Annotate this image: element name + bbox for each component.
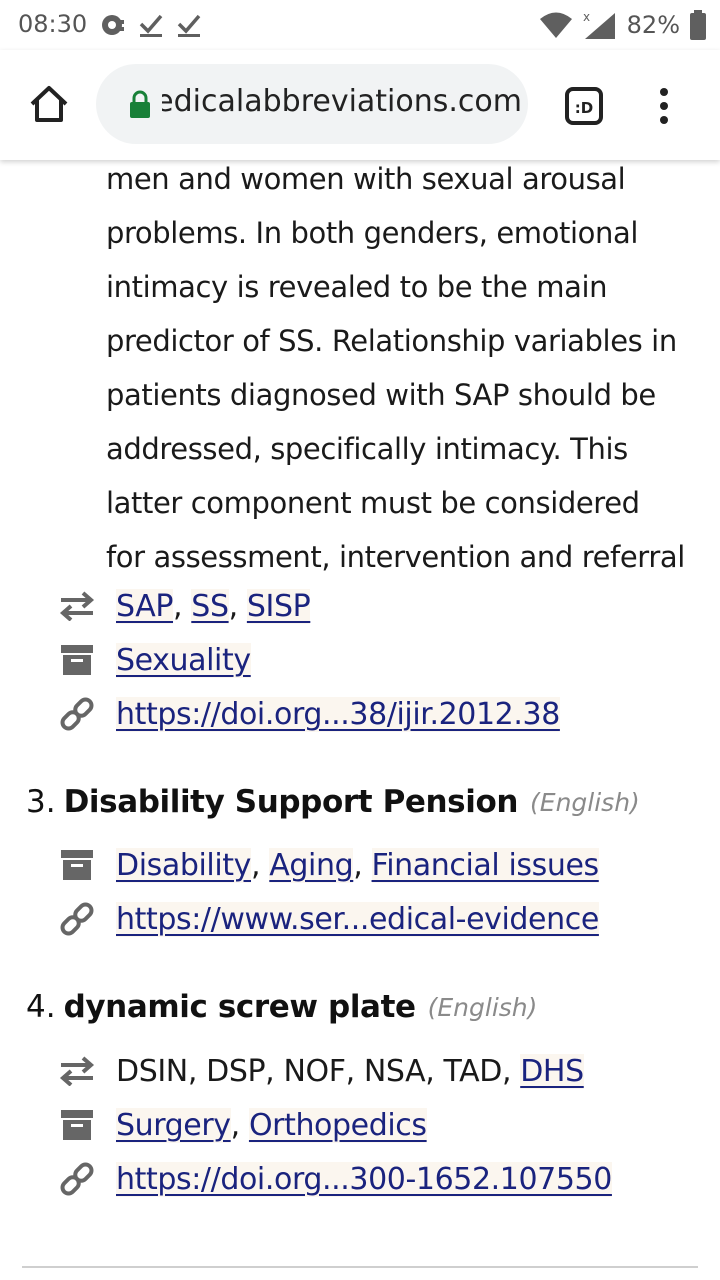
- page-content: men and women with sexual arousal proble…: [0, 160, 720, 1280]
- source-link-row: https://doi.org...38/ijir.2012.38: [56, 687, 560, 741]
- abstract-line: addressed, specifically intimacy. This: [106, 432, 628, 466]
- related-link-sisp[interactable]: SISP: [246, 588, 311, 624]
- category-link-disability[interactable]: Disability: [116, 847, 251, 883]
- cell-signal-icon: x: [583, 10, 615, 39]
- abstract-line: men and women with sexual arousal: [106, 162, 626, 196]
- entry-language: (English): [530, 787, 640, 817]
- more-vert-icon: [660, 88, 668, 124]
- abstract-line: latter component must be considered: [106, 486, 640, 520]
- category-link-orthopedics[interactable]: Orthopedics: [248, 1107, 427, 1143]
- battery-percent: 82%: [626, 11, 680, 39]
- category-link-sexuality[interactable]: Sexuality: [116, 642, 251, 678]
- archive-icon: [56, 1105, 98, 1145]
- related-link-dhs[interactable]: DHS: [520, 1053, 584, 1089]
- status-bar: 08:30 x 82%: [0, 0, 720, 50]
- entry-title[interactable]: dynamic screw plate: [64, 989, 416, 1025]
- categories-row: Disability, Aging, Financial issues: [56, 838, 599, 892]
- source-link[interactable]: https://doi.org...38/ijir.2012.38: [116, 696, 560, 732]
- entry-language: (English): [427, 992, 538, 1022]
- link-icon: [56, 899, 98, 939]
- separator: ,: [187, 1053, 207, 1089]
- separator: ,: [228, 588, 247, 624]
- abstract-text: men and women with sexual arousal proble…: [106, 160, 706, 584]
- separator: ,: [425, 1053, 444, 1089]
- entry-number: 4.: [26, 989, 56, 1025]
- abstract-line: intimacy is revealed to be the main: [106, 270, 608, 304]
- entry-heading: 3. Disability Support Pension (English): [26, 775, 640, 829]
- abstract-line: patients diagnosed with SAP should be: [106, 378, 656, 412]
- categories-row: Surgery, Orthopedics: [56, 1098, 427, 1152]
- check-download-icon: [139, 14, 163, 37]
- related-terms-row: DSIN, DSP, NOF, NSA, TAD, DHS: [56, 1044, 584, 1098]
- link-icon: [56, 1159, 98, 1199]
- abstract-line: problems. In both genders, emotional: [106, 216, 638, 250]
- entry-heading: 4. dynamic screw plate (English): [26, 980, 537, 1034]
- archive-icon: [56, 640, 98, 680]
- related-term: TAD: [443, 1053, 503, 1089]
- archive-icon: [56, 845, 98, 885]
- check-download-icon-2: [177, 14, 201, 37]
- separator: ,: [501, 1053, 521, 1089]
- separator: ,: [173, 588, 192, 624]
- wifi-icon: [539, 12, 572, 38]
- browser-toolbar: edicalabbreviations.com :D: [0, 50, 720, 160]
- sync-notification-icon: [102, 15, 124, 35]
- entry-number: 3.: [26, 784, 56, 820]
- related-terms-row: SAP, SS, SISP: [56, 579, 311, 633]
- notification-icons: [100, 10, 202, 40]
- source-link[interactable]: https://doi.org...300-1652.107550: [116, 1161, 612, 1197]
- separator: ,: [251, 847, 270, 883]
- related-link-sap[interactable]: SAP: [116, 588, 173, 624]
- separator: ,: [345, 1053, 364, 1089]
- home-icon: [30, 86, 68, 122]
- url-text: edicalabbreviations.com: [162, 84, 522, 119]
- separator: ,: [353, 847, 372, 883]
- home-button[interactable]: [24, 80, 74, 130]
- related-term: NOF: [283, 1053, 346, 1089]
- overflow-menu-button[interactable]: [650, 86, 678, 126]
- related-term: NSA: [363, 1053, 426, 1089]
- related-term: DSIN: [116, 1053, 188, 1089]
- related-term: DSP: [206, 1053, 266, 1089]
- swap-arrows-icon: [56, 586, 98, 626]
- abstract-line: for assessment, intervention and referra…: [106, 540, 685, 574]
- svg-text:x: x: [583, 10, 590, 24]
- source-link-row: https://www.ser...edical-evidence: [56, 892, 599, 946]
- related-link-ss[interactable]: SS: [191, 588, 229, 624]
- link-icon: [56, 694, 98, 734]
- lock-icon: [130, 90, 150, 118]
- status-time: 08:30: [18, 10, 88, 38]
- tab-switcher-button[interactable]: :D: [564, 86, 604, 126]
- category-link-surgery[interactable]: Surgery: [116, 1107, 231, 1143]
- url-bar[interactable]: edicalabbreviations.com: [96, 64, 528, 144]
- categories-row: Sexuality: [56, 633, 251, 687]
- source-link[interactable]: https://www.ser...edical-evidence: [116, 901, 599, 937]
- separator: ,: [230, 1107, 249, 1143]
- entry-title[interactable]: Disability Support Pension: [64, 784, 519, 820]
- abstract-line: predictor of SS. Relationship variables …: [106, 324, 677, 358]
- tab-count-label: :D: [575, 99, 593, 117]
- swap-arrows-icon: [56, 1051, 98, 1091]
- category-link-aging[interactable]: Aging: [269, 847, 354, 883]
- tab-switcher-icon: :D: [565, 87, 603, 125]
- source-link-row: https://doi.org...300-1652.107550: [56, 1152, 612, 1206]
- divider: [22, 1266, 698, 1268]
- separator: ,: [265, 1053, 284, 1089]
- category-link-financial-issues[interactable]: Financial issues: [371, 847, 599, 883]
- battery-icon: [690, 10, 706, 40]
